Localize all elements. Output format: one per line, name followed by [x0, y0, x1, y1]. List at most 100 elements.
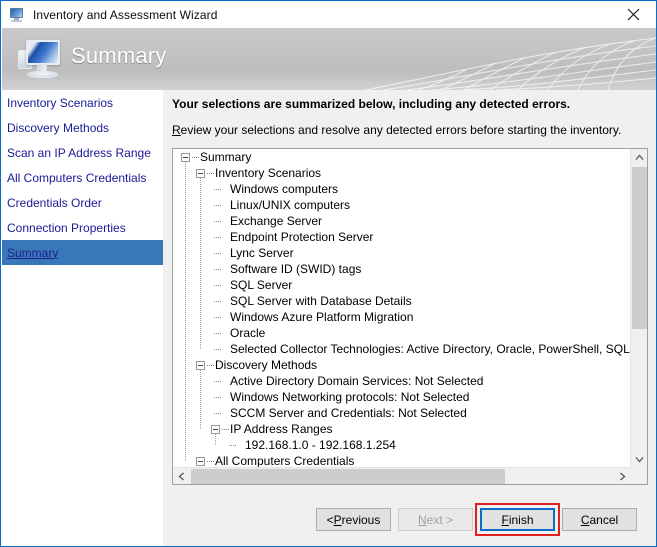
tree-item-label: SQL Server with Database Details: [230, 294, 412, 308]
sidebar-item-all-computers-credentials[interactable]: All Computers Credentials: [2, 165, 163, 190]
tree-connector-line: [229, 445, 236, 446]
tree-item[interactable]: SQL Server with Database Details: [173, 293, 631, 309]
tree-item[interactable]: All Computers Credentials: [173, 453, 631, 468]
finish-rest: inish: [508, 512, 534, 527]
tree-horizontal-scrollbar[interactable]: [173, 467, 631, 484]
tree-connector-line: [214, 397, 221, 398]
vertical-scroll-thumb[interactable]: [632, 167, 647, 329]
tree-item[interactable]: Exchange Server: [173, 213, 631, 229]
previous-accesskey: P: [333, 512, 342, 527]
sidebar-item-connection-properties[interactable]: Connection Properties: [2, 215, 163, 240]
wizard-button-bar: < Previous Next > Finish Cancel: [163, 490, 656, 546]
tree-item[interactable]: Selected Collector Technologies: Active …: [173, 341, 631, 357]
header-banner: Summary: [2, 28, 656, 90]
tree-item[interactable]: 192.168.1.0 - 192.168.1.254: [173, 437, 631, 453]
tree-item[interactable]: Lync Server: [173, 245, 631, 261]
tree-connector-line: [214, 221, 221, 222]
tree-item-label: Selected Collector Technologies: Active …: [230, 342, 631, 356]
tree-item[interactable]: Endpoint Protection Server: [173, 229, 631, 245]
sidebar-item-label: Inventory Scenarios: [7, 95, 114, 110]
tree-item[interactable]: Oracle: [173, 325, 631, 341]
wizard-window: Inventory and Assessment Wizard Summary …: [0, 0, 657, 547]
tree-item[interactable]: SQL Server: [173, 277, 631, 293]
tree-item[interactable]: SCCM Server and Credentials: Not Selecte…: [173, 405, 631, 421]
summary-heading: Your selections are summarized below, in…: [172, 97, 571, 111]
scroll-down-icon[interactable]: [631, 451, 647, 468]
tree-item[interactable]: IP Address Ranges: [173, 421, 631, 437]
sidebar-item-credentials-order[interactable]: Credentials Order: [2, 190, 163, 215]
tree-item-label: Windows Azure Platform Migration: [230, 310, 414, 324]
tree-item-label: All Computers Credentials: [215, 454, 355, 468]
tree-connector-line: [207, 365, 214, 366]
tree-item-label: Lync Server: [230, 246, 294, 260]
window-title: Inventory and Assessment Wizard: [33, 7, 218, 22]
tree-item-label: Linux/UNIX computers: [230, 198, 351, 212]
tree-connector-line: [214, 381, 221, 382]
finish-accesskey: F: [501, 512, 509, 527]
tree-connector-line: [207, 461, 214, 462]
tree-guide-line: [215, 434, 216, 445]
horizontal-scroll-thumb[interactable]: [191, 469, 505, 484]
tree-collapse-icon[interactable]: [196, 361, 205, 370]
sidebar-item-label: Scan an IP Address Range: [7, 145, 151, 160]
tree-item-label: SQL Server: [230, 278, 293, 292]
tree-item[interactable]: Discovery Methods: [173, 357, 631, 373]
tree-collapse-icon[interactable]: [211, 425, 220, 434]
tree-item-label: Active Directory Domain Services: Not Se…: [230, 374, 484, 388]
tree-item[interactable]: Summary: [173, 149, 631, 165]
title-bar: Inventory and Assessment Wizard: [1, 1, 656, 28]
sidebar-item-label: Discovery Methods: [7, 120, 110, 135]
tree-guide-line: [185, 162, 186, 461]
scrollbar-corner: [630, 467, 647, 484]
tree-collapse-icon[interactable]: [196, 169, 205, 178]
tree-item-label: SCCM Server and Credentials: Not Selecte…: [230, 406, 467, 420]
subheading-rest: eview your selections and resolve any de…: [180, 123, 622, 137]
page-title: Summary: [71, 43, 167, 68]
summary-tree-view[interactable]: Summary Inventory Scenarios Windows comput…: [172, 148, 648, 485]
sidebar-item-inventory-scenarios[interactable]: Inventory Scenarios: [2, 90, 163, 115]
tree-item-label: Software ID (SWID) tags: [230, 262, 362, 276]
computer-monitor-icon: [9, 7, 25, 23]
tree-item[interactable]: Windows computers: [173, 181, 631, 197]
next-accesskey: N: [417, 512, 427, 527]
tree-collapse-icon[interactable]: [181, 153, 190, 162]
tree-connector-line: [214, 285, 221, 286]
tree-item[interactable]: Software ID (SWID) tags: [173, 261, 631, 277]
close-icon[interactable]: [611, 1, 656, 28]
tree-rows: Summary Inventory Scenarios Windows comput…: [173, 149, 631, 468]
tree-connector-line: [214, 333, 221, 334]
tree-item[interactable]: Windows Networking protocols: Not Select…: [173, 389, 631, 405]
tree-item[interactable]: Inventory Scenarios: [173, 165, 631, 181]
cancel-button[interactable]: Cancel: [562, 508, 637, 531]
scroll-up-icon[interactable]: [631, 149, 647, 166]
decorative-mesh-graphic: [365, 37, 656, 90]
main-content-panel: Your selections are summarized below, in…: [163, 90, 656, 546]
summary-header-icon: [18, 38, 64, 82]
tree-collapse-icon[interactable]: [196, 457, 205, 466]
tree-viewport[interactable]: Summary Inventory Scenarios Windows comput…: [173, 149, 631, 468]
tree-item-label: IP Address Ranges: [230, 422, 333, 436]
tree-item-label: Summary: [200, 150, 252, 164]
scroll-right-icon[interactable]: [614, 468, 631, 484]
sidebar-item-scan-an-ip-address-range[interactable]: Scan an IP Address Range: [2, 140, 163, 165]
sidebar-item-label: All Computers Credentials: [7, 170, 147, 185]
tree-connector-line: [214, 413, 221, 414]
tree-item[interactable]: Linux/UNIX computers: [173, 197, 631, 213]
tree-item-label: Endpoint Protection Server: [230, 230, 374, 244]
tree-connector-line: [192, 157, 199, 158]
tree-connector-line: [214, 237, 221, 238]
tree-item[interactable]: Windows Azure Platform Migration: [173, 309, 631, 325]
scroll-left-icon[interactable]: [173, 468, 190, 484]
tree-vertical-scrollbar[interactable]: [630, 149, 647, 468]
next-button[interactable]: Next >: [398, 508, 473, 531]
tree-item[interactable]: Active Directory Domain Services: Not Se…: [173, 373, 631, 389]
sidebar-item-discovery-methods[interactable]: Discovery Methods: [2, 115, 163, 140]
sidebar-item-summary[interactable]: Summary: [2, 240, 163, 265]
finish-button[interactable]: Finish: [480, 508, 555, 531]
tree-connector-line: [214, 349, 221, 350]
tree-connector-line: [214, 205, 221, 206]
tree-connector-line: [214, 301, 221, 302]
previous-button[interactable]: < Previous: [316, 508, 391, 531]
sidebar-item-label: Credentials Order: [7, 195, 102, 210]
subheading-accesskey: R: [172, 123, 181, 137]
